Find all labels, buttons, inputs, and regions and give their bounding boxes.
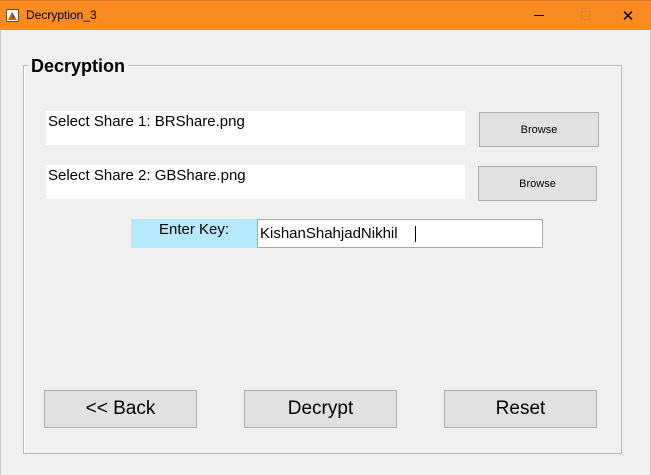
minimize-button[interactable]: [516, 1, 562, 30]
text-caret: [415, 226, 416, 242]
minimize-icon: [534, 15, 544, 16]
close-button[interactable]: ✕: [605, 1, 651, 30]
share1-field: Select Share 1: BRShare.png: [46, 111, 465, 145]
share2-field: Select Share 2: GBShare.png: [46, 165, 465, 199]
maximize-button[interactable]: [562, 1, 608, 30]
panel-title: Decryption: [28, 56, 129, 77]
decrypt-button[interactable]: Decrypt: [244, 390, 397, 428]
close-icon: ✕: [621, 7, 635, 25]
browse-share1-button[interactable]: Browse: [479, 112, 599, 147]
title-bar[interactable]: Decryption_3 ✕: [0, 0, 651, 30]
browse-share2-button[interactable]: Browse: [478, 166, 597, 201]
app-icon[interactable]: [6, 9, 19, 22]
key-label: Enter Key:: [131, 219, 257, 248]
reset-button[interactable]: Reset: [444, 390, 597, 428]
back-button[interactable]: << Back: [44, 390, 197, 428]
maximize-icon: [580, 11, 590, 20]
window-title: Decryption_3: [26, 8, 97, 22]
key-input[interactable]: [257, 219, 543, 248]
